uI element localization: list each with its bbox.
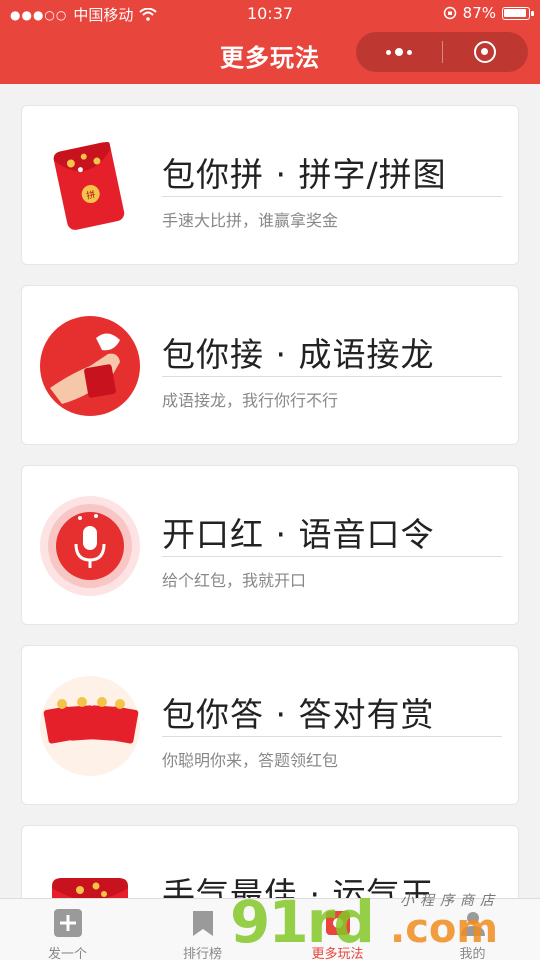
- tab-profile[interactable]: 我的: [405, 899, 540, 960]
- card-title: 开口红 · 语音口令: [162, 515, 435, 554]
- tab-ranking[interactable]: 排行榜: [135, 899, 270, 960]
- more-icon: [325, 911, 350, 935]
- card-voice-password[interactable]: 开口红 · 语音口令 给个红包，我就开口: [21, 465, 519, 625]
- rotation-lock-icon: [443, 6, 456, 20]
- card-subtitle: 你聪明你来，答题领红包: [162, 751, 339, 770]
- tab-label: 我的: [459, 947, 486, 960]
- more-menu-button[interactable]: [356, 32, 442, 72]
- tab-label: 更多玩法: [311, 947, 364, 960]
- status-bar: ●●●○○ 中国移动 10:37 87%: [0, 0, 540, 28]
- user-icon: [460, 912, 485, 936]
- card-subtitle: 手速大比拼，谁赢拿奖金: [162, 211, 339, 230]
- jigsaw-red-packet-icon: 拼: [53, 141, 125, 230]
- card-jigsaw[interactable]: 拼 包你拼 · 拼字/拼图 手速大比拼，谁赢拿奖金: [21, 105, 519, 265]
- tab-label: 发一个: [47, 947, 87, 960]
- microphone-icon: [40, 496, 140, 596]
- card-lucky-king[interactable]: 手气最佳 · 运气王: [21, 825, 519, 898]
- card-title: 手气最佳 · 运气王: [162, 875, 435, 898]
- battery-percent: 87%: [462, 4, 496, 22]
- abcd-red-packets-icon: [40, 676, 140, 776]
- more-dots-icon: [385, 48, 412, 56]
- close-miniprogram-button[interactable]: [443, 32, 529, 72]
- bookmark-icon: [192, 911, 213, 936]
- target-icon: [474, 41, 497, 63]
- tab-more[interactable]: 更多玩法: [270, 899, 405, 960]
- card-idiom-chain[interactable]: 包你接 · 成语接龙 成语接龙，我行你行不行: [21, 285, 519, 445]
- card-quiz[interactable]: 包你答 · 答对有赏 你聪明你来，答题领红包: [21, 645, 519, 805]
- top-bar: ●●●○○ 中国移动 10:37 87% 更多玩法: [0, 0, 540, 84]
- card-title: 包你拼 · 拼字/拼图: [162, 155, 447, 194]
- tab-send[interactable]: 发一个: [0, 899, 135, 960]
- miniprogram-capsule: [356, 32, 528, 72]
- lucky-red-packet-icon: [52, 878, 128, 898]
- content-list: 拼 包你拼 · 拼字/拼图 手速大比拼，谁赢拿奖金 包你接 · 成语接龙 成语接…: [0, 84, 540, 898]
- hand-red-packet-icon: [40, 316, 140, 416]
- card-subtitle: 给个红包，我就开口: [162, 571, 307, 590]
- tab-bar: 发一个 排行榜 更多玩法 我的: [0, 898, 540, 960]
- tab-label: 排行榜: [182, 947, 222, 960]
- card-title: 包你接 · 成语接龙: [162, 335, 435, 374]
- card-title: 包你答 · 答对有赏: [162, 695, 435, 734]
- card-subtitle: 成语接龙，我行你行不行: [162, 391, 339, 410]
- battery-icon: [502, 6, 534, 20]
- plus-icon: [53, 909, 82, 937]
